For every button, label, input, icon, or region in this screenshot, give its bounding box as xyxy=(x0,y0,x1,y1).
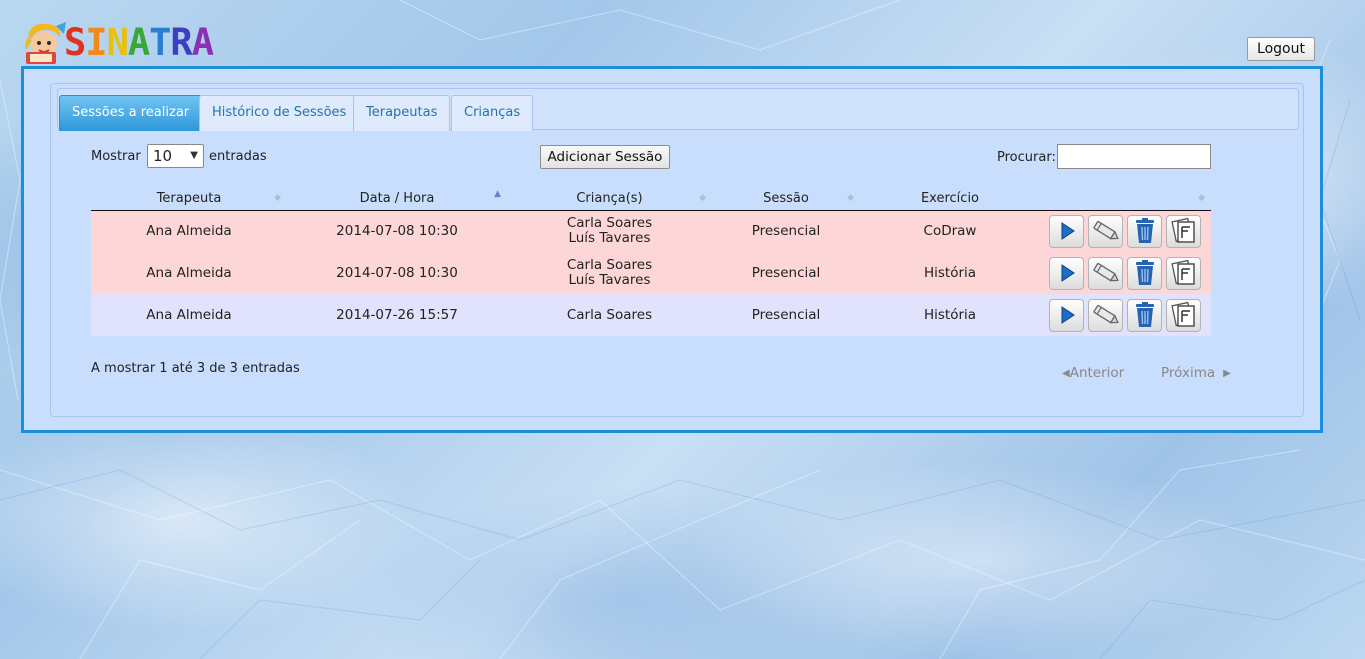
notes-icon xyxy=(1170,302,1197,328)
cell-actions xyxy=(1040,294,1211,336)
notes-icon xyxy=(1170,260,1197,286)
play-icon xyxy=(1057,304,1077,326)
session-notes-button[interactable] xyxy=(1166,214,1201,248)
logo-text: SINATRA xyxy=(64,21,214,64)
sort-icon: ◆ xyxy=(1198,193,1205,203)
start-session-button[interactable] xyxy=(1049,298,1084,332)
trash-icon xyxy=(1134,302,1156,328)
column-header-exercicio[interactable]: Exercício xyxy=(860,188,1040,211)
delete-session-button[interactable] xyxy=(1127,256,1162,290)
column-header-data-hora[interactable]: Data / Hora ▲ xyxy=(287,188,507,211)
play-icon xyxy=(1057,262,1077,284)
sort-icon: ◆ xyxy=(274,193,281,203)
cell-data-hora: 2014-07-08 10:30 xyxy=(287,252,507,294)
sort-ascending-icon: ▲ xyxy=(494,189,501,199)
cell-terapeuta: Ana Almeida xyxy=(91,252,287,294)
trash-icon xyxy=(1134,260,1156,286)
child-name: Luís Tavares xyxy=(568,272,651,288)
row-actions xyxy=(1040,298,1211,332)
trash-icon xyxy=(1134,218,1156,244)
edit-icon xyxy=(1091,261,1121,285)
notes-icon xyxy=(1170,218,1197,244)
column-header-sessao[interactable]: Sessão ◆ xyxy=(712,188,860,211)
search-input[interactable] xyxy=(1057,144,1211,169)
session-notes-button[interactable] xyxy=(1166,298,1201,332)
page-length-value: 10 xyxy=(153,147,173,165)
cell-actions xyxy=(1040,252,1211,294)
table-controls: Mostrar 10 ▼ entradas Adicionar Sessão P… xyxy=(91,144,1211,170)
edit-icon xyxy=(1091,303,1121,327)
logo-child-icon xyxy=(22,20,66,66)
cell-sessao: Presencial xyxy=(712,294,860,336)
search-label: Procurar: xyxy=(997,150,1056,165)
cell-data-hora: 2014-07-26 15:57 xyxy=(287,294,507,336)
chevron-left-icon: ◀ xyxy=(1062,367,1070,379)
column-header-criancas[interactable]: Criança(s) ◆ xyxy=(507,188,712,211)
app-logo[interactable]: SINATRA xyxy=(22,16,214,66)
logout-button[interactable]: Logout xyxy=(1247,37,1315,61)
add-session-button[interactable]: Adicionar Sessão xyxy=(540,145,670,169)
play-icon xyxy=(1057,220,1077,242)
page-length-select[interactable]: 10 ▼ xyxy=(147,144,204,168)
table-header-row: Terapeuta ◆ Data / Hora ▲ Criança(s) ◆ Sess… xyxy=(91,188,1211,211)
tab-terapeutas[interactable]: Terapeutas xyxy=(353,95,451,131)
cell-exercicio: História xyxy=(860,252,1040,294)
cell-exercicio: CoDraw xyxy=(860,210,1040,252)
sort-icon: ◆ xyxy=(699,193,706,203)
tab-historico-de-sessoes[interactable]: Histórico de Sessões xyxy=(199,95,360,131)
start-session-button[interactable] xyxy=(1049,214,1084,248)
cell-sessao: Presencial xyxy=(712,210,860,252)
column-header-terapeuta[interactable]: Terapeuta ◆ xyxy=(91,188,287,211)
row-actions xyxy=(1040,256,1211,290)
cell-terapeuta: Ana Almeida xyxy=(91,210,287,252)
delete-session-button[interactable] xyxy=(1127,298,1162,332)
session-notes-button[interactable] xyxy=(1166,256,1201,290)
cell-criancas: Carla Soares Luís Tavares xyxy=(507,210,712,252)
entries-label: entradas xyxy=(209,149,267,164)
tab-criancas[interactable]: Crianças xyxy=(451,95,534,131)
child-name: Carla Soares xyxy=(566,215,653,232)
tab-sessoes-a-realizar[interactable]: Sessões a realizar xyxy=(59,95,203,131)
cell-data-hora: 2014-07-08 10:30 xyxy=(287,210,507,252)
edit-session-button[interactable] xyxy=(1088,298,1123,332)
chevron-down-icon: ▼ xyxy=(190,150,198,161)
start-session-button[interactable] xyxy=(1049,256,1084,290)
child-name: Carla Soares xyxy=(566,257,653,273)
sort-icon: ◆ xyxy=(847,193,854,203)
next-label: Próxima xyxy=(1161,365,1216,381)
main-frame: Sessões a realizar Histórico de Sessões … xyxy=(21,66,1323,433)
cell-exercicio: História xyxy=(860,294,1040,336)
delete-session-button[interactable] xyxy=(1127,214,1162,248)
table-info: A mostrar 1 até 3 de 3 entradas xyxy=(91,361,300,376)
table-row[interactable]: Ana Almeida 2014-07-08 10:30 Carla Soare… xyxy=(91,210,1211,252)
child-name: Luís Tavares xyxy=(568,230,651,247)
cell-criancas: Carla Soares xyxy=(507,294,712,336)
cell-criancas: Carla Soares Luís Tavares xyxy=(507,252,712,294)
column-header-acoes[interactable]: ◆ xyxy=(1040,188,1211,211)
cell-terapeuta: Ana Almeida xyxy=(91,294,287,336)
row-actions xyxy=(1040,214,1211,248)
chevron-right-icon: ▶ xyxy=(1223,367,1231,379)
cell-sessao: Presencial xyxy=(712,252,860,294)
cell-actions xyxy=(1040,210,1211,252)
table-row[interactable]: Ana Almeida 2014-07-26 15:57 Carla Soare… xyxy=(91,294,1211,336)
child-name: Carla Soares xyxy=(566,306,653,323)
page-length-label: Mostrar xyxy=(91,149,141,164)
edit-icon xyxy=(1091,219,1121,243)
previous-page-button[interactable]: ◀ Anterior xyxy=(1062,365,1124,381)
previous-label: Anterior xyxy=(1069,365,1125,381)
edit-session-button[interactable] xyxy=(1088,214,1123,248)
tab-bar: Sessões a realizar Histórico de Sessões … xyxy=(57,88,1299,131)
next-page-button[interactable]: Próxima ▶ xyxy=(1161,365,1231,381)
sessions-table: Terapeuta ◆ Data / Hora ▲ Criança(s) ◆ Sess… xyxy=(91,188,1211,336)
edit-session-button[interactable] xyxy=(1088,256,1123,290)
table-row[interactable]: Ana Almeida 2014-07-08 10:30 Carla Soare… xyxy=(91,252,1211,294)
